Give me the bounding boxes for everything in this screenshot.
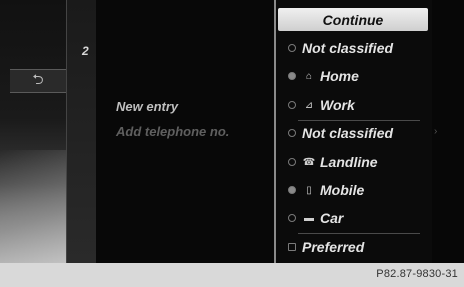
menu-item-preferred[interactable]: Preferred — [276, 234, 432, 260]
menu-item-home[interactable]: ⌂ Home — [276, 63, 432, 89]
mobile-icon: ▯ — [306, 184, 312, 196]
menu-item-landline[interactable]: ☎ Landline — [276, 149, 432, 175]
head-unit-screen: ⮌ 2 New entry Add telephone no. Continue… — [0, 0, 464, 263]
new-entry-title: New entry — [116, 99, 179, 114]
radio-icon — [288, 129, 296, 137]
menu-item-car[interactable]: ▬ Car — [276, 205, 432, 231]
menu-item-not-classified[interactable]: Not classified — [276, 35, 432, 61]
landline-icon: ☎ — [302, 156, 316, 168]
add-telephone-label: Add telephone no. — [116, 124, 230, 139]
figure-code: P82.87-9830-31 — [376, 268, 458, 280]
menu-item-label: Home — [320, 68, 359, 84]
menu-item-label: Landline — [320, 154, 378, 170]
menu-item-not-classified-2[interactable]: Not classified — [276, 120, 432, 146]
left-strip — [0, 0, 66, 263]
menu-item-work[interactable]: ⊿ Work — [276, 92, 432, 118]
radio-icon — [288, 214, 296, 222]
work-icon: ⊿ — [304, 99, 314, 111]
radio-icon — [288, 158, 296, 166]
menu-item-mobile[interactable]: ▯ Mobile — [276, 177, 432, 203]
menu-item-label: Work — [320, 97, 355, 113]
radio-selected-icon — [288, 72, 296, 80]
car-icon: ▬ — [304, 212, 314, 224]
chevron-right-icon: › — [434, 126, 438, 137]
divider-column — [66, 0, 98, 263]
radio-icon — [288, 44, 296, 52]
menu-item-label: Not classified — [302, 125, 394, 141]
menu-item-label: Mobile — [320, 182, 365, 198]
page-number: 2 — [82, 44, 89, 58]
number-category-menu: Continue Not classified ⌂ Home ⊿ Work No… — [274, 0, 434, 263]
checkbox-icon — [288, 243, 296, 251]
radio-selected-icon — [288, 186, 296, 194]
continue-button[interactable]: Continue — [278, 8, 428, 31]
home-icon: ⌂ — [305, 70, 313, 82]
radio-icon — [288, 101, 296, 109]
menu-item-label: Not classified — [302, 40, 394, 56]
menu-item-label: Car — [320, 210, 344, 226]
back-button[interactable]: ⮌ — [10, 69, 67, 93]
back-arrow-icon: ⮌ — [32, 71, 44, 87]
menu-item-label: Preferred — [302, 239, 365, 255]
